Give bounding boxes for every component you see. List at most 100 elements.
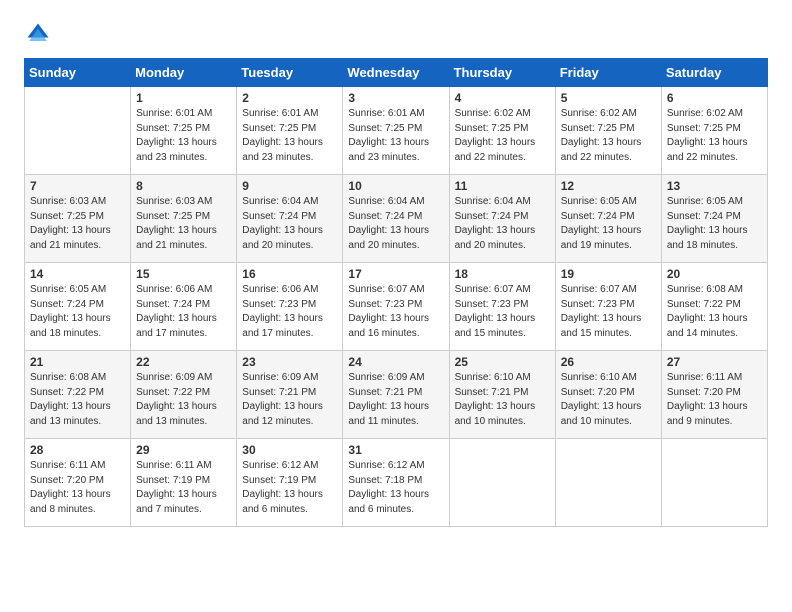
day-number: 30	[242, 443, 337, 457]
day-info: Sunrise: 6:01 AM Sunset: 7:25 PM Dayligh…	[348, 107, 443, 165]
day-number: 6	[667, 91, 762, 105]
day-number: 23	[242, 355, 337, 369]
day-number: 1	[136, 91, 231, 105]
day-number: 20	[667, 267, 762, 281]
day-number: 24	[348, 355, 443, 369]
day-cell: 22 Sunrise: 6:09 AM Sunset: 7:22 PM Dayli…	[131, 351, 237, 439]
day-cell: 15 Sunrise: 6:06 AM Sunset: 7:24 PM Dayli…	[131, 263, 237, 351]
day-cell: 6 Sunrise: 6:02 AM Sunset: 7:25 PM Daylig…	[661, 87, 767, 175]
logo-icon	[24, 20, 52, 48]
day-cell: 17Sunrise: 6:07 AM Sunset: 7:23 PM Dayli…	[343, 263, 449, 351]
day-info: Sunrise: 6:11 AM Sunset: 7:19 PM Dayligh…	[136, 459, 231, 517]
day-cell: 14 Sunrise: 6:05 AM Sunset: 7:24 PM Dayli…	[25, 263, 131, 351]
day-cell: 25Sunrise: 6:10 AM Sunset: 7:21 PM Dayli…	[449, 351, 555, 439]
day-cell: 28 Sunrise: 6:11 AM Sunset: 7:20 PM Dayli…	[25, 439, 131, 527]
day-info: Sunrise: 6:12 AM Sunset: 7:18 PM Dayligh…	[348, 459, 443, 517]
day-info: Sunrise: 6:09 AM Sunset: 7:21 PM Dayligh…	[242, 371, 337, 429]
day-cell: 1Sunrise: 6:01 AM Sunset: 7:25 PM Daylig…	[131, 87, 237, 175]
day-number: 14	[30, 267, 125, 281]
day-number: 31	[348, 443, 443, 457]
day-info: Sunrise: 6:03 AM Sunset: 7:25 PM Dayligh…	[136, 195, 231, 253]
day-info: Sunrise: 6:06 AM Sunset: 7:23 PM Dayligh…	[242, 283, 337, 341]
day-info: Sunrise: 6:08 AM Sunset: 7:22 PM Dayligh…	[667, 283, 762, 341]
day-cell: 30 Sunrise: 6:12 AM Sunset: 7:19 PM Dayli…	[237, 439, 343, 527]
day-cell	[449, 439, 555, 527]
logo	[24, 20, 56, 48]
day-number: 13	[667, 179, 762, 193]
week-row-4: 21 Sunrise: 6:08 AM Sunset: 7:22 PM Dayli…	[25, 351, 768, 439]
day-number: 3	[348, 91, 443, 105]
day-info: Sunrise: 6:07 AM Sunset: 7:23 PM Dayligh…	[561, 283, 656, 341]
day-info: Sunrise: 6:03 AM Sunset: 7:25 PM Dayligh…	[30, 195, 125, 253]
day-info: Sunrise: 6:10 AM Sunset: 7:20 PM Dayligh…	[561, 371, 656, 429]
day-info: Sunrise: 6:04 AM Sunset: 7:24 PM Dayligh…	[455, 195, 550, 253]
day-info: Sunrise: 6:07 AM Sunset: 7:23 PM Dayligh…	[455, 283, 550, 341]
day-number: 29	[136, 443, 231, 457]
day-number: 16	[242, 267, 337, 281]
day-info: Sunrise: 6:01 AM Sunset: 7:25 PM Dayligh…	[242, 107, 337, 165]
day-cell	[555, 439, 661, 527]
day-cell: 26Sunrise: 6:10 AM Sunset: 7:20 PM Dayli…	[555, 351, 661, 439]
day-info: Sunrise: 6:06 AM Sunset: 7:24 PM Dayligh…	[136, 283, 231, 341]
day-info: Sunrise: 6:08 AM Sunset: 7:22 PM Dayligh…	[30, 371, 125, 429]
week-row-3: 14 Sunrise: 6:05 AM Sunset: 7:24 PM Dayli…	[25, 263, 768, 351]
day-cell: 9Sunrise: 6:04 AM Sunset: 7:24 PM Daylig…	[237, 175, 343, 263]
day-cell: 4 Sunrise: 6:02 AM Sunset: 7:25 PM Daylig…	[449, 87, 555, 175]
day-info: Sunrise: 6:09 AM Sunset: 7:21 PM Dayligh…	[348, 371, 443, 429]
day-info: Sunrise: 6:07 AM Sunset: 7:23 PM Dayligh…	[348, 283, 443, 341]
day-info: Sunrise: 6:12 AM Sunset: 7:19 PM Dayligh…	[242, 459, 337, 517]
day-cell: 2 Sunrise: 6:01 AM Sunset: 7:25 PM Daylig…	[237, 87, 343, 175]
day-number: 2	[242, 91, 337, 105]
day-number: 4	[455, 91, 550, 105]
day-info: Sunrise: 6:11 AM Sunset: 7:20 PM Dayligh…	[30, 459, 125, 517]
day-cell: 11 Sunrise: 6:04 AM Sunset: 7:24 PM Dayli…	[449, 175, 555, 263]
day-info: Sunrise: 6:09 AM Sunset: 7:22 PM Dayligh…	[136, 371, 231, 429]
day-info: Sunrise: 6:10 AM Sunset: 7:21 PM Dayligh…	[455, 371, 550, 429]
day-number: 15	[136, 267, 231, 281]
day-number: 12	[561, 179, 656, 193]
day-cell: 29 Sunrise: 6:11 AM Sunset: 7:19 PM Dayli…	[131, 439, 237, 527]
day-cell: 19Sunrise: 6:07 AM Sunset: 7:23 PM Dayli…	[555, 263, 661, 351]
day-cell: 16 Sunrise: 6:06 AM Sunset: 7:23 PM Dayli…	[237, 263, 343, 351]
day-info: Sunrise: 6:02 AM Sunset: 7:25 PM Dayligh…	[667, 107, 762, 165]
day-info: Sunrise: 6:11 AM Sunset: 7:20 PM Dayligh…	[667, 371, 762, 429]
week-row-1: 1 Sunrise: 6:01 AM Sunset: 7:25 PM Daylig…	[25, 87, 768, 175]
day-number: 10	[348, 179, 443, 193]
day-info: Sunrise: 6:05 AM Sunset: 7:24 PM Dayligh…	[30, 283, 125, 341]
day-number: 11	[455, 179, 550, 193]
calendar-table: SundayMondayTuesdayWednesdayThursdayFrid…	[24, 58, 768, 527]
day-info: Sunrise: 6:05 AM Sunset: 7:24 PM Dayligh…	[561, 195, 656, 253]
page-header	[24, 20, 768, 48]
day-info: Sunrise: 6:04 AM Sunset: 7:24 PM Dayligh…	[242, 195, 337, 253]
day-cell: 8 Sunrise: 6:03 AM Sunset: 7:25 PM Daylig…	[131, 175, 237, 263]
day-cell: 21 Sunrise: 6:08 AM Sunset: 7:22 PM Dayli…	[25, 351, 131, 439]
day-number: 5	[561, 91, 656, 105]
day-cell: 23 Sunrise: 6:09 AM Sunset: 7:21 PM Dayli…	[237, 351, 343, 439]
header-wednesday: Wednesday	[343, 59, 449, 87]
day-number: 22	[136, 355, 231, 369]
day-number: 8	[136, 179, 231, 193]
day-number: 21	[30, 355, 125, 369]
header-tuesday: Tuesday	[237, 59, 343, 87]
day-cell: 12 Sunrise: 6:05 AM Sunset: 7:24 PM Dayli…	[555, 175, 661, 263]
header-thursday: Thursday	[449, 59, 555, 87]
day-cell: 31 Sunrise: 6:12 AM Sunset: 7:18 PM Dayli…	[343, 439, 449, 527]
header-sunday: Sunday	[25, 59, 131, 87]
day-cell: 20 Sunrise: 6:08 AM Sunset: 7:22 PM Dayli…	[661, 263, 767, 351]
day-cell	[25, 87, 131, 175]
day-number: 18	[455, 267, 550, 281]
day-cell	[661, 439, 767, 527]
day-info: Sunrise: 6:02 AM Sunset: 7:25 PM Dayligh…	[455, 107, 550, 165]
day-number: 28	[30, 443, 125, 457]
day-cell: 18 Sunrise: 6:07 AM Sunset: 7:23 PM Dayli…	[449, 263, 555, 351]
day-info: Sunrise: 6:05 AM Sunset: 7:24 PM Dayligh…	[667, 195, 762, 253]
day-cell: 24 Sunrise: 6:09 AM Sunset: 7:21 PM Dayli…	[343, 351, 449, 439]
day-cell: 10Sunrise: 6:04 AM Sunset: 7:24 PM Dayli…	[343, 175, 449, 263]
day-cell: 5 Sunrise: 6:02 AM Sunset: 7:25 PM Daylig…	[555, 87, 661, 175]
day-number: 7	[30, 179, 125, 193]
header-monday: Monday	[131, 59, 237, 87]
header-friday: Friday	[555, 59, 661, 87]
day-info: Sunrise: 6:02 AM Sunset: 7:25 PM Dayligh…	[561, 107, 656, 165]
day-number: 27	[667, 355, 762, 369]
header-saturday: Saturday	[661, 59, 767, 87]
